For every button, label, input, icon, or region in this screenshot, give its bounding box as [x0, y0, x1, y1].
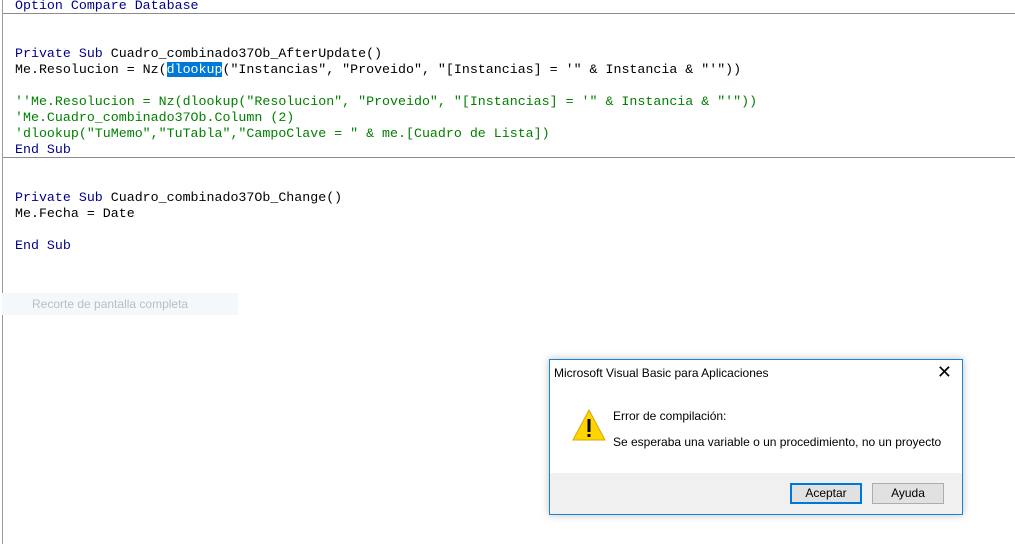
end-sub[interactable]: End Sub [15, 238, 71, 254]
error-dialog: Microsoft Visual Basic para Aplicaciones… [549, 359, 963, 515]
end-sub[interactable]: End Sub [15, 142, 71, 158]
accept-button[interactable]: Aceptar [790, 483, 862, 504]
comment-line[interactable]: 'Me.Cuadro_combinado37Ob.Column (2) [15, 110, 294, 126]
sub-name: Cuadro_combinado37Ob_Change() [102, 190, 343, 205]
comment-line[interactable]: ''Me.Resolucion = Nz(dlookup("Resolucion… [15, 94, 757, 110]
code-line[interactable]: Option Compare Database [15, 0, 199, 14]
keyword: Private Sub [15, 190, 103, 205]
option-statement: Option Compare Database [15, 0, 199, 13]
procedure-separator [3, 13, 1015, 14]
dialog-footer: Aceptar Ayuda [550, 473, 962, 514]
help-button[interactable]: Ayuda [872, 483, 944, 504]
sub-name: Cuadro_combinado37Ob_AfterUpdate() [102, 46, 383, 61]
procedure-separator [3, 157, 1015, 158]
code-line[interactable]: Me.Fecha = Date [15, 206, 135, 222]
selected-text[interactable]: dlookup [166, 62, 223, 77]
close-icon[interactable]: ✕ [937, 362, 952, 383]
code-text: Me.Resolucion = Nz( [15, 62, 167, 77]
dialog-title: Microsoft Visual Basic para Aplicaciones [554, 366, 769, 380]
snip-hint: Recorte de pantalla completa [2, 293, 238, 315]
error-message: Se esperaba una variable o un procedimie… [613, 435, 942, 449]
code-text: ("Instancias", "Proveido", "[Instancias]… [222, 62, 742, 77]
code-line[interactable]: Private Sub Cuadro_combinado37Ob_Change(… [15, 190, 342, 206]
code-line[interactable]: Me.Resolucion = Nz(dlookup("Instancias",… [15, 62, 741, 78]
code-line[interactable]: Private Sub Cuadro_combinado37Ob_AfterUp… [15, 46, 382, 62]
keyword: Private Sub [15, 46, 103, 61]
comment-line[interactable]: 'dlookup("TuMemo","TuTabla","CampoClave … [15, 126, 550, 142]
warning-icon [572, 409, 606, 441]
error-heading: Error de compilación: [613, 409, 727, 423]
